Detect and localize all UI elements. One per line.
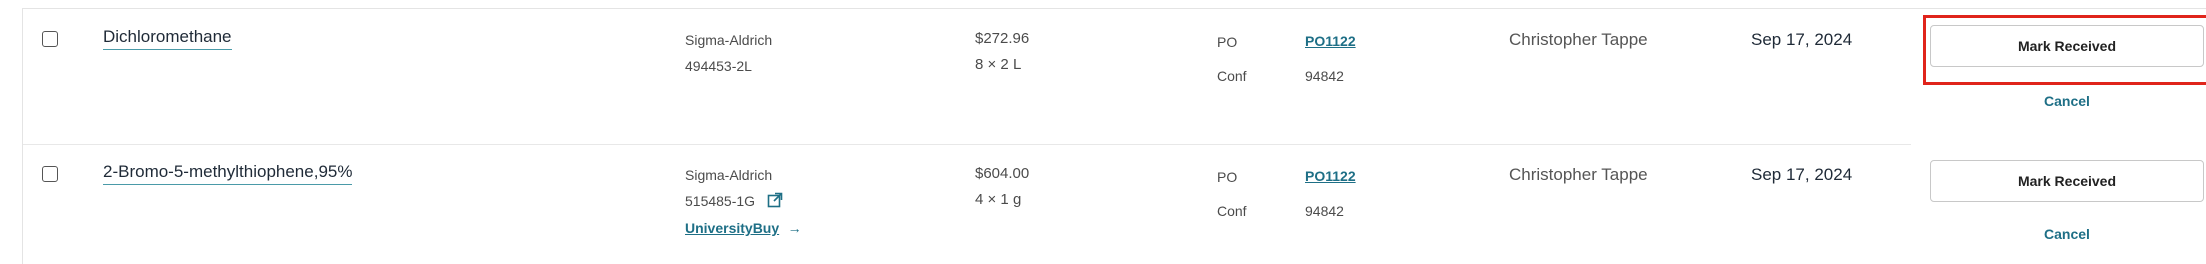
table-row: Dichloromethane Sigma-Aldrich 494453-2L … [23,8,2206,145]
conf-number: 94842 [1305,68,1344,84]
mark-received-button[interactable]: Mark Received [1930,25,2204,67]
item-quantity: 4 × 1 g [975,191,1022,208]
universitybuy-link[interactable]: UniversityBuy [685,220,779,236]
order-date: Sep 17, 2024 [1751,30,1853,49]
orders-table: Dichloromethane Sigma-Aldrich 494453-2L … [22,8,2206,264]
item-name-link[interactable]: 2-Bromo-5-methylthiophene,95% [103,162,353,185]
row-select-checkbox[interactable] [42,166,58,182]
row-select-checkbox[interactable] [42,31,58,47]
requester-name: Christopher Tappe [1509,30,1648,49]
item-name-link[interactable]: Dichloromethane [103,27,232,50]
catalog-number-line: 515485-1G [685,192,783,212]
item-quantity: 8 × 2 L [975,56,1022,73]
order-date: Sep 17, 2024 [1751,165,1853,184]
requester-name: Christopher Tappe [1509,165,1648,184]
po-number-link[interactable]: PO1122 [1305,33,1356,49]
arrow-right-icon: → [787,220,802,236]
table-row: 2-Bromo-5-methylthiophene,95% Sigma-Aldr… [23,144,2206,264]
vendor-name: Sigma-Aldrich [685,32,773,48]
conf-number: 94842 [1305,203,1344,219]
conf-label: Conf [1217,203,1247,219]
cancel-link[interactable]: Cancel [2044,226,2090,242]
mark-received-button[interactable]: Mark Received [1930,160,2204,202]
catalog-number: 494453-2L [685,58,752,74]
item-price: $604.00 [975,165,1030,182]
po-number-link[interactable]: PO1122 [1305,168,1356,184]
po-label: PO [1217,169,1238,185]
catalog-number: 515485-1G [685,193,756,209]
item-price: $272.96 [975,30,1030,47]
po-label: PO [1217,34,1238,50]
external-link-icon[interactable] [767,192,783,212]
conf-label: Conf [1217,68,1247,84]
cancel-link[interactable]: Cancel [2044,93,2090,109]
vendor-name: Sigma-Aldrich [685,167,773,183]
universitybuy-link-wrap[interactable]: UniversityBuy → [685,220,802,238]
